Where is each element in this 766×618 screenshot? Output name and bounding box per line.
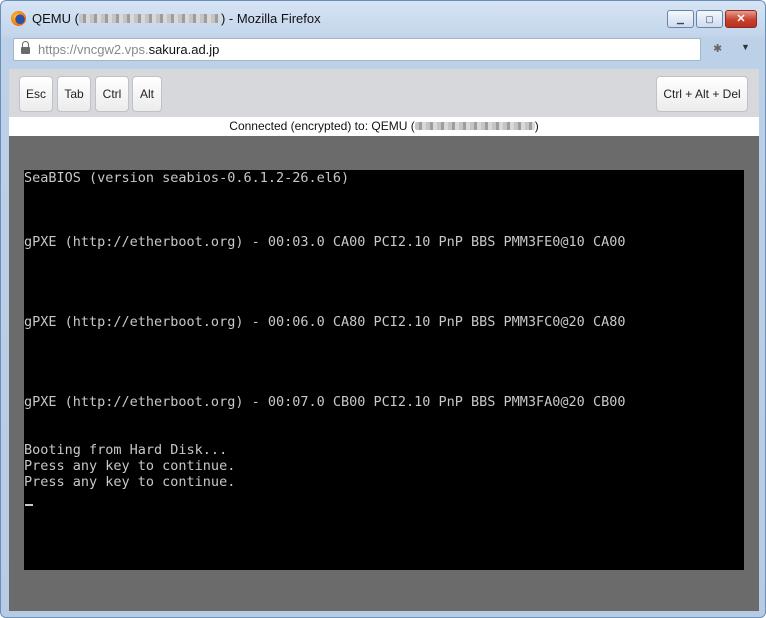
url-domain: sakura.ad.jp	[148, 42, 220, 57]
window-title-suffix: ) - Mozilla Firefox	[220, 11, 321, 26]
maximize-button[interactable]: ▢	[696, 10, 723, 28]
esc-key-button[interactable]: Esc	[19, 76, 53, 112]
console-line-bios: SeaBIOS (version seabios-0.6.1.2-26.el6)	[24, 170, 350, 186]
url-text[interactable]: https://vncgw2.vps.sakura.ad.jp	[38, 42, 219, 57]
console-line-gpxe-3: gPXE (http://etherboot.org) - 00:07.0 CB…	[24, 394, 626, 410]
vnc-viewport[interactable]: SeaBIOS (version seabios-0.6.1.2-26.el6)…	[9, 136, 759, 611]
alt-key-button[interactable]: Alt	[132, 76, 162, 112]
window-title-prefix: QEMU (	[32, 11, 79, 26]
url-scheme: https://	[38, 42, 78, 57]
browser-window: QEMU ( ) - Mozilla Firefox ▁ ▢ ✕ https://…	[0, 0, 766, 618]
firefox-icon	[11, 11, 26, 26]
lock-icon[interactable]	[21, 41, 30, 54]
redacted-hostname	[78, 14, 221, 23]
url-subdomain: vncgw2.vps.	[77, 42, 149, 57]
window-title: QEMU ( ) - Mozilla Firefox	[32, 11, 321, 26]
tab-key-button[interactable]: Tab	[57, 76, 91, 112]
console-line-press-key-1: Press any key to continue.	[24, 458, 236, 474]
console-line-press-key-2: Press any key to continue.	[24, 474, 236, 490]
ctrl-alt-del-button[interactable]: Ctrl + Alt + Del	[656, 76, 748, 112]
redacted-hostname-status	[414, 122, 535, 130]
ctrl-key-button[interactable]: Ctrl	[95, 76, 129, 112]
console-line-gpxe-1: gPXE (http://etherboot.org) - 00:03.0 CA…	[24, 234, 626, 250]
close-button[interactable]: ✕	[725, 10, 757, 28]
console-screen[interactable]: SeaBIOS (version seabios-0.6.1.2-26.el6)…	[24, 170, 744, 570]
text-cursor	[25, 504, 33, 506]
maximize-icon: ▢	[705, 13, 714, 24]
connection-status: Connected (encrypted) to: QEMU ()	[9, 117, 759, 136]
address-bar[interactable]: https://vncgw2.vps.sakura.ad.jp	[13, 38, 701, 61]
status-suffix: )	[534, 119, 539, 133]
title-bar[interactable]: QEMU ( ) - Mozilla Firefox ▁ ▢ ✕	[1, 1, 765, 35]
minimize-button[interactable]: ▁	[667, 10, 694, 28]
window-controls: ▁ ▢ ✕	[665, 10, 757, 28]
chevron-down-icon[interactable]: ▼	[741, 42, 750, 52]
console-line-gpxe-2: gPXE (http://etherboot.org) - 00:06.0 CA…	[24, 314, 626, 330]
console-line-booting: Booting from Hard Disk...	[24, 442, 228, 458]
status-prefix: Connected (encrypted) to: QEMU (	[229, 119, 415, 133]
addon-icon[interactable]: ✱	[713, 42, 727, 55]
vnc-toolbar: Esc Tab Ctrl Alt Ctrl + Alt + Del	[9, 69, 759, 117]
close-icon: ✕	[736, 12, 746, 25]
minimize-icon: ▁	[677, 13, 684, 24]
